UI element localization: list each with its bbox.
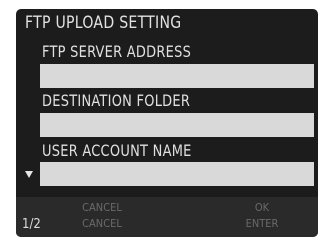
enter-softkey-button[interactable]: ENTER bbox=[222, 217, 302, 230]
ok-softkey-label: OK bbox=[254, 201, 270, 214]
user-account-name-label: USER ACCOUNT NAME bbox=[42, 141, 192, 160]
scroll-down-arrow-icon bbox=[25, 171, 33, 178]
screen-title: FTP UPLOAD SETTING bbox=[25, 13, 182, 33]
camera-menu-screen: FTP UPLOAD SETTING FTP SERVER ADDRESS DE… bbox=[16, 9, 318, 237]
destination-folder-label: DESTINATION FOLDER bbox=[42, 91, 191, 110]
softkey-bar: 1/2 CANCEL CANCEL OK ENTER bbox=[16, 197, 318, 237]
user-account-name-field[interactable] bbox=[40, 162, 314, 186]
page-indicator: 1/2 bbox=[22, 217, 41, 232]
cancel-softkey-button[interactable]: CANCEL bbox=[62, 217, 142, 230]
destination-folder-field[interactable] bbox=[40, 113, 314, 137]
cancel-softkey-label: CANCEL bbox=[82, 201, 122, 214]
ftp-server-address-label: FTP SERVER ADDRESS bbox=[42, 42, 192, 61]
ftp-server-address-field[interactable] bbox=[40, 64, 314, 88]
